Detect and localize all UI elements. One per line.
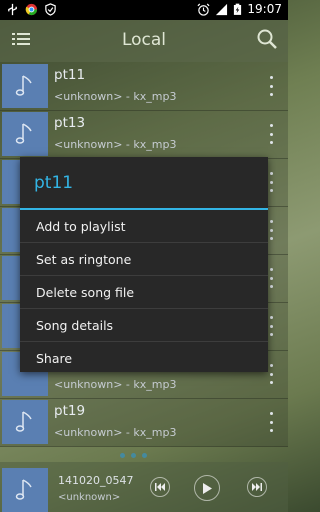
play-icon	[203, 482, 212, 494]
next-button[interactable]	[247, 477, 267, 497]
alarm-icon	[197, 3, 210, 16]
menu-item-label: Share	[36, 351, 73, 366]
menu-item-label: Add to playlist	[36, 219, 126, 234]
share-item[interactable]: Share	[20, 342, 268, 374]
overflow-menu-icon[interactable]	[270, 268, 274, 288]
search-icon[interactable]	[256, 28, 278, 50]
song-context-dialog: pt11 Add to playlist Set as ringtone Del…	[20, 157, 268, 372]
page-indicator	[120, 453, 147, 458]
list-item[interactable]: pt11 <unknown> - kx_mp3	[0, 62, 288, 111]
overflow-menu-icon[interactable]	[270, 412, 274, 432]
chrome-icon	[25, 3, 38, 16]
overflow-menu-icon[interactable]	[270, 316, 274, 336]
delete-song-file-item[interactable]: Delete song file	[20, 276, 268, 309]
shield-icon	[45, 3, 56, 16]
play-button[interactable]	[194, 475, 220, 501]
music-note-icon	[2, 112, 48, 156]
set-as-ringtone-item[interactable]: Set as ringtone	[20, 243, 268, 276]
menu-item-label: Song details	[36, 318, 114, 333]
status-bar: 19:07	[0, 0, 288, 20]
overflow-menu-icon[interactable]	[270, 364, 274, 384]
song-details-item[interactable]: Song details	[20, 309, 268, 342]
overflow-menu-icon[interactable]	[270, 124, 274, 144]
add-to-playlist-item[interactable]: Add to playlist	[20, 210, 268, 243]
usb-icon	[8, 3, 17, 16]
song-subtitle: <unknown> - kx_mp3	[54, 426, 177, 439]
now-playing-title: 141020_0547	[58, 474, 134, 487]
now-playing-bar[interactable]: 141020_0547 <unknown>	[0, 462, 288, 512]
page-title: Local	[121, 30, 167, 50]
music-note-icon	[2, 468, 48, 512]
list-item[interactable]: pt13 <unknown> - kx_mp3	[0, 110, 288, 159]
song-subtitle: <unknown> - kx_mp3	[54, 138, 177, 151]
song-subtitle: <unknown> - kx_mp3	[54, 378, 177, 391]
overflow-menu-icon[interactable]	[270, 172, 274, 192]
music-note-icon	[2, 64, 48, 108]
menu-item-label: Delete song file	[36, 285, 135, 300]
song-title: pt13	[54, 115, 86, 131]
previous-button[interactable]	[150, 477, 170, 497]
song-title: pt19	[54, 403, 86, 419]
signal-icon	[216, 3, 228, 15]
skip-next-icon	[252, 483, 262, 491]
list-item[interactable]: pt19 <unknown> - kx_mp3	[0, 398, 288, 447]
music-note-icon	[2, 400, 48, 444]
menu-item-label: Set as ringtone	[36, 252, 132, 267]
skip-previous-icon	[155, 483, 165, 491]
clock-time: 19:07	[247, 2, 282, 16]
overflow-menu-icon[interactable]	[270, 76, 274, 96]
battery-charging-icon	[234, 3, 242, 15]
song-title: pt11	[54, 67, 86, 83]
song-subtitle: <unknown> - kx_mp3	[54, 90, 177, 103]
dialog-title: pt11	[34, 173, 74, 193]
action-bar: Local	[0, 20, 288, 62]
now-playing-subtitle: <unknown>	[58, 492, 121, 503]
overflow-menu-icon[interactable]	[270, 220, 274, 240]
